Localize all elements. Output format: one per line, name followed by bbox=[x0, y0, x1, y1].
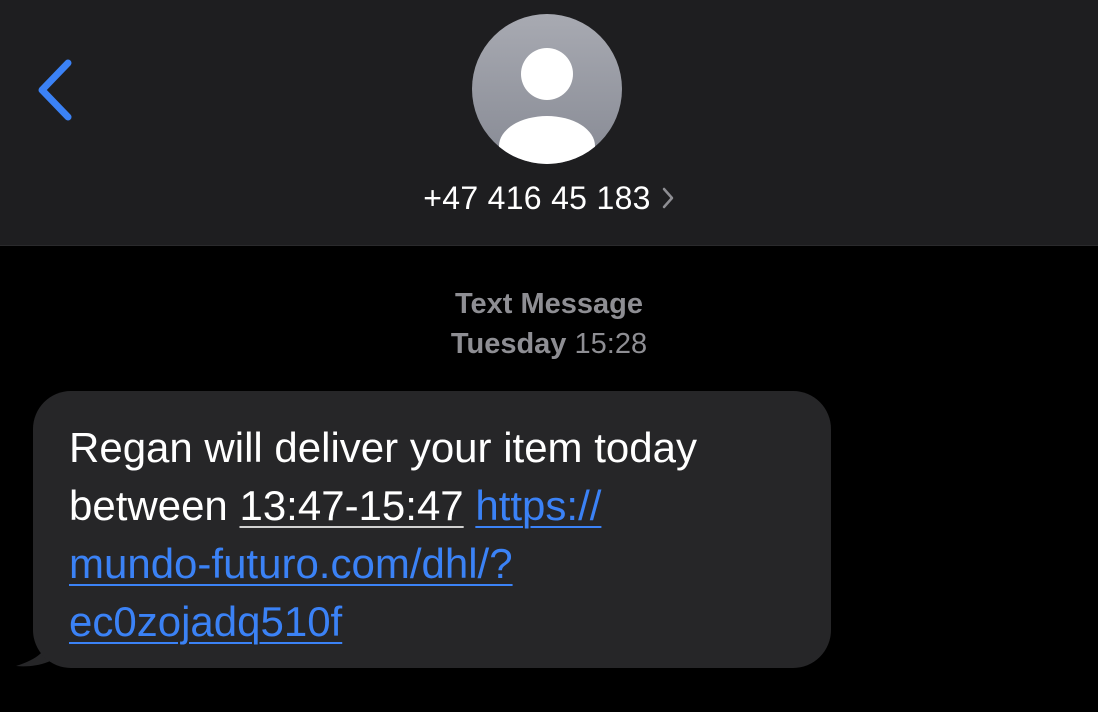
url-link-part-2[interactable]: mundo-futuro.com/dhl/? bbox=[69, 535, 795, 593]
chevron-right-icon bbox=[661, 186, 675, 210]
conversation-header: +47 416 45 183 bbox=[0, 0, 1098, 246]
message-day: Tuesday bbox=[450, 328, 567, 360]
incoming-message-bubble[interactable]: Regan will deliver your item today betwe… bbox=[33, 391, 831, 668]
back-button[interactable] bbox=[26, 52, 82, 128]
contact-avatar[interactable] bbox=[472, 14, 622, 164]
url-link-part-1[interactable]: https:// bbox=[475, 482, 601, 529]
message-timestamp: Text Message Tuesday 15:28 bbox=[0, 284, 1098, 364]
time-range-link[interactable]: 13:47-15:47 bbox=[239, 482, 463, 529]
url-link-part-3[interactable]: ec0zojadq510f bbox=[69, 593, 795, 651]
chevron-left-icon bbox=[38, 59, 72, 121]
date-time-row: Tuesday 15:28 bbox=[0, 324, 1098, 364]
contact-info-button[interactable]: +47 416 45 183 bbox=[0, 176, 1098, 220]
message-line-2: between 13:47-15:47 https:// bbox=[69, 477, 795, 535]
message-line-1: Regan will deliver your item today bbox=[69, 424, 697, 471]
person-silhouette-icon bbox=[499, 48, 595, 164]
message-time: 15:28 bbox=[574, 328, 648, 360]
service-label: Text Message bbox=[454, 288, 644, 320]
contact-name: +47 416 45 183 bbox=[423, 179, 651, 216]
message-text-between: between bbox=[69, 482, 240, 529]
